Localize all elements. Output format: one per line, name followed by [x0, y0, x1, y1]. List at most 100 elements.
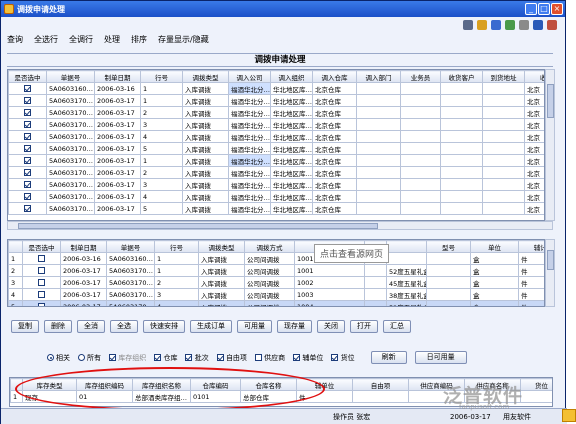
- request-col-header[interactable]: 调拨类型: [182, 70, 229, 83]
- tray-icon[interactable]: [562, 409, 576, 422]
- request-row[interactable]: 5A0603170… 2006-03-17 4 入库调拨 福酒华北分… 华北地区库… 北京仓…: [8, 190, 544, 203]
- request-col-header[interactable]: 单据号: [46, 70, 95, 83]
- checkbox-warehouse[interactable]: 仓库: [154, 353, 177, 363]
- quick-arrange-button[interactable]: 快速安排: [143, 320, 185, 333]
- checkbox-batch[interactable]: 批次: [185, 353, 209, 363]
- request-grid-vscroll[interactable]: [545, 69, 555, 221]
- detail-col-header[interactable]: 行号: [154, 240, 199, 253]
- request-col-header[interactable]: 到货地址: [482, 70, 525, 83]
- row-checkbox[interactable]: [38, 255, 45, 262]
- request-row[interactable]: 5A0603170… 2006-03-17 1 入库调拨 福酒华北分… 华北地区库… 北京仓…: [8, 94, 544, 107]
- select-cell[interactable]: [8, 82, 47, 95]
- request-row[interactable]: 5A0603170… 2006-03-17 2 入库调拨 福酒华北分… 华北地区库… 北京仓…: [8, 166, 544, 179]
- checkbox-stock-org[interactable]: 库存组织: [109, 353, 146, 363]
- menu-sort[interactable]: 排序: [131, 34, 147, 45]
- select-cell[interactable]: [22, 288, 61, 301]
- request-row[interactable]: 5A0603170… 2006-03-17 3 入库调拨 福酒华北分… 华北地区库… 北京仓…: [8, 178, 544, 191]
- request-row[interactable]: 5A0603160… 2006-03-16 1 入库调拨 福酒华北分… 华北地区库… 北京仓…: [8, 82, 544, 95]
- row-checkbox[interactable]: [24, 121, 31, 128]
- select-all-button[interactable]: 全选: [110, 320, 138, 333]
- maximize-button[interactable]: □: [538, 3, 550, 15]
- open-button[interactable]: 打开: [350, 320, 378, 333]
- detail-col-header[interactable]: 单位: [470, 240, 519, 253]
- stock-col-header[interactable]: 库存类型: [22, 378, 77, 391]
- request-grid-hscroll[interactable]: [7, 221, 553, 230]
- menu-query[interactable]: 查询: [7, 34, 23, 45]
- checkbox-free-item[interactable]: 自由项: [216, 353, 247, 363]
- request-col-header[interactable]: 制单日期: [94, 70, 141, 83]
- select-cell[interactable]: [8, 142, 47, 155]
- select-cell[interactable]: [8, 106, 47, 119]
- row-checkbox[interactable]: [38, 279, 45, 286]
- select-cell[interactable]: [22, 300, 61, 306]
- stock-col-header[interactable]: 仓库编码: [190, 378, 241, 391]
- copy-button[interactable]: 复制: [11, 320, 39, 333]
- menu-select-all-rows[interactable]: 全选行: [34, 34, 58, 45]
- select-cell[interactable]: [22, 276, 61, 289]
- checkbox-aux-unit[interactable]: 辅单位: [293, 353, 323, 363]
- available-qty-button[interactable]: 可用量: [237, 320, 272, 333]
- row-checkbox[interactable]: [24, 193, 31, 200]
- select-cell[interactable]: [8, 202, 47, 215]
- stock-col-header[interactable]: 仓库名称: [240, 378, 297, 391]
- stock-col-header[interactable]: 库存组织编码: [76, 378, 133, 391]
- clear-all-button[interactable]: 全消: [77, 320, 105, 333]
- on-hand-qty-button[interactable]: 现存量: [277, 320, 312, 333]
- select-cell[interactable]: [8, 154, 47, 167]
- request-col-header[interactable]: 收货客户: [440, 70, 483, 83]
- request-col-header[interactable]: 是否选中: [8, 70, 47, 83]
- stock-col-header[interactable]: [10, 378, 23, 391]
- row-checkbox[interactable]: [24, 109, 31, 116]
- detail-col-header[interactable]: 单据号: [106, 240, 155, 253]
- request-col-header[interactable]: 业务员: [400, 70, 441, 83]
- row-checkbox[interactable]: [24, 181, 31, 188]
- row-checkbox[interactable]: [24, 85, 31, 92]
- detail-row[interactable]: 1 2006-03-16 5A0603160… 1 入库调拨 公司间调拨 1001 盒件: [8, 252, 544, 265]
- radio-all[interactable]: 所有: [78, 353, 101, 363]
- detail-col-header[interactable]: 型号: [426, 240, 471, 253]
- request-col-header[interactable]: 调入组织: [270, 70, 313, 83]
- stock-col-header[interactable]: 辅单位: [296, 378, 353, 391]
- request-col-header[interactable]: 调入仓库: [312, 70, 357, 83]
- minimize-button[interactable]: _: [525, 3, 537, 15]
- detail-col-header[interactable]: [386, 240, 427, 253]
- row-checkbox[interactable]: [24, 97, 31, 104]
- detail-row[interactable]: 2 2006-03-17 5A0603170… 1 入库调拨 公司间调拨 1001 52度五星…: [8, 264, 544, 277]
- detail-col-header[interactable]: 调拨方式: [244, 240, 295, 253]
- row-checkbox[interactable]: [24, 157, 31, 164]
- detail-col-header[interactable]: 制单日期: [60, 240, 107, 253]
- refresh-icon[interactable]: [519, 20, 529, 30]
- summary-button[interactable]: 汇总: [383, 320, 411, 333]
- refresh-button[interactable]: 刷新: [370, 351, 407, 364]
- detail-col-header[interactable]: 是否选中: [22, 240, 61, 253]
- request-col-header[interactable]: 调入部门: [356, 70, 401, 83]
- request-col-header[interactable]: 行号: [140, 70, 183, 83]
- row-checkbox[interactable]: [38, 267, 45, 274]
- request-row[interactable]: 5A0603170… 2006-03-17 5 入库调拨 福酒华北分… 华北地区库… 北京仓…: [8, 202, 544, 215]
- home-icon[interactable]: [533, 20, 543, 30]
- request-row[interactable]: 5A0603170… 2006-03-17 5 入库调拨 福酒华北分… 华北地区库… 北京仓…: [8, 142, 544, 155]
- stock-col-header[interactable]: 自由项: [352, 378, 409, 391]
- export-icon[interactable]: [505, 20, 515, 30]
- detail-row[interactable]: 5 2006-03-175A0603170…4入库调拨公司间调拨1004 52度五星…: [8, 300, 544, 306]
- stock-col-header[interactable]: 货位: [520, 378, 552, 391]
- menu-process[interactable]: 处理: [104, 34, 120, 45]
- select-cell[interactable]: [22, 264, 61, 277]
- close-button[interactable]: ×: [551, 3, 563, 15]
- select-cell[interactable]: [8, 118, 47, 131]
- detail-col-header[interactable]: [8, 240, 23, 253]
- checkbox-supplier[interactable]: 供应商: [254, 353, 285, 363]
- select-cell[interactable]: [8, 130, 47, 143]
- detail-col-header[interactable]: 辅计量: [518, 240, 544, 253]
- menu-toggle-stock[interactable]: 存量显示/隐藏: [158, 34, 209, 45]
- detail-col-header[interactable]: 调拨类型: [198, 240, 245, 253]
- request-row[interactable]: 5A0603170… 2006-03-17 4 入库调拨 福酒华北分… 华北地区库… 北京仓…: [8, 130, 544, 143]
- row-checkbox[interactable]: [38, 291, 45, 298]
- request-col-header[interactable]: 调入公司: [228, 70, 271, 83]
- request-row[interactable]: 5A0603170… 2006-03-17 3 入库调拨 福酒华北分… 华北地区库… 北京仓…: [8, 118, 544, 131]
- stock-col-header[interactable]: 库存组织名称: [132, 378, 191, 391]
- detail-row[interactable]: 3 2006-03-17 5A0603170… 2 入库调拨 公司间调拨 1002 45度五星…: [8, 276, 544, 289]
- radio-related[interactable]: 相关: [47, 353, 70, 363]
- select-cell[interactable]: [8, 94, 47, 107]
- daily-available-button[interactable]: 日可用量: [414, 351, 467, 364]
